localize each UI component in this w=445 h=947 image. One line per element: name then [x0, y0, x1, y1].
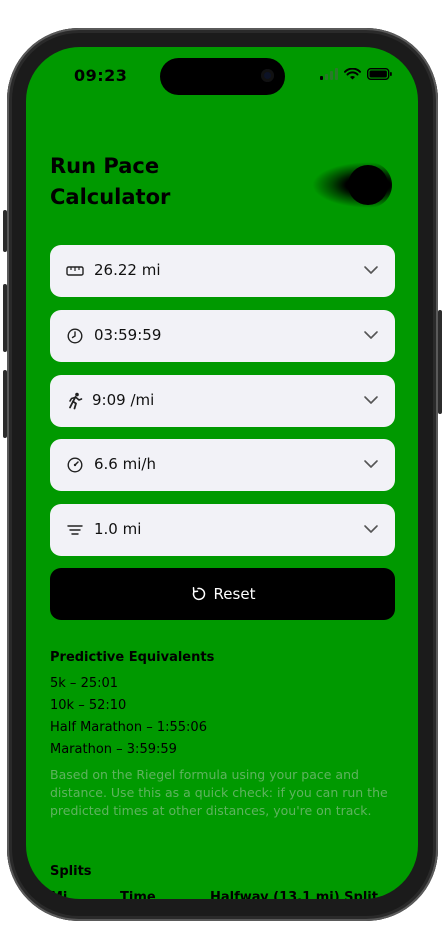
- distance-value: 26.22 mi: [94, 261, 161, 279]
- splits-col-time: Time: [120, 890, 156, 899]
- theme-toggle[interactable]: [312, 162, 392, 208]
- page-title: Run Pace Calculator: [50, 151, 270, 213]
- wifi-icon: [344, 68, 361, 80]
- predictive-item-10k: 10k – 52:10: [50, 698, 127, 713]
- page-title-line-2: Calculator: [50, 185, 171, 209]
- chevron-down-icon: [364, 266, 378, 274]
- camera-icon: [261, 69, 274, 82]
- cellular-signal-icon: [320, 68, 338, 80]
- page-title-line-1: Run Pace: [50, 154, 160, 178]
- splits-header-row: Mi Time Halfway (13.1 mi) Split: [50, 890, 395, 899]
- chevron-down-icon: [364, 460, 378, 468]
- splits-col-mi: Mi: [50, 890, 68, 899]
- volume-down-button: [3, 370, 7, 438]
- status-time: 09:23: [74, 66, 128, 85]
- reset-arrow-icon: [192, 587, 205, 601]
- time-value: 03:59:59: [94, 326, 162, 344]
- chevron-down-icon: [364, 331, 378, 339]
- predictive-item-5k: 5k – 25:01: [50, 676, 119, 691]
- runner-icon: [69, 392, 83, 410]
- splits-heading: Splits: [50, 864, 92, 879]
- speed-value: 6.6 mi/h: [94, 455, 156, 473]
- app-screen: 09:23 Run Pace Calculator 26.22 mi 03:59…: [26, 47, 418, 899]
- reset-button-label: Reset: [213, 585, 256, 603]
- split-interval-field[interactable]: 1.0 mi: [50, 504, 395, 556]
- predictive-note: Based on the Riegel formula using your p…: [50, 767, 388, 818]
- splits-col-halfway: Halfway (13.1 mi) Split: [210, 890, 378, 899]
- volume-up-button: [3, 284, 7, 352]
- speedometer-icon: [67, 457, 83, 473]
- chevron-down-icon: [364, 396, 378, 404]
- pace-field[interactable]: 9:09 /mi: [50, 375, 395, 427]
- speed-field[interactable]: 6.6 mi/h: [50, 439, 395, 491]
- battery-icon: [367, 68, 392, 80]
- chevron-down-icon: [364, 525, 378, 533]
- filter-lines-icon: [67, 525, 83, 535]
- power-button: [438, 310, 442, 414]
- clock-icon: [67, 328, 83, 344]
- predictive-heading: Predictive Equivalents: [50, 650, 215, 665]
- dynamic-island: [160, 58, 285, 95]
- predictive-item-half-marathon: Half Marathon – 1:55:06: [50, 720, 207, 735]
- predictive-item-marathon: Marathon – 3:59:59: [50, 742, 177, 757]
- status-bar: 09:23: [26, 47, 418, 105]
- status-icons: [320, 68, 392, 80]
- ruler-icon: [66, 266, 84, 276]
- toggle-knob: [348, 165, 388, 205]
- reset-button[interactable]: Reset: [50, 568, 395, 620]
- time-field[interactable]: 03:59:59: [50, 310, 395, 362]
- split-interval-value: 1.0 mi: [94, 520, 142, 538]
- action-button: [3, 210, 7, 252]
- pace-value: 9:09 /mi: [92, 391, 155, 409]
- distance-field[interactable]: 26.22 mi: [50, 245, 395, 297]
